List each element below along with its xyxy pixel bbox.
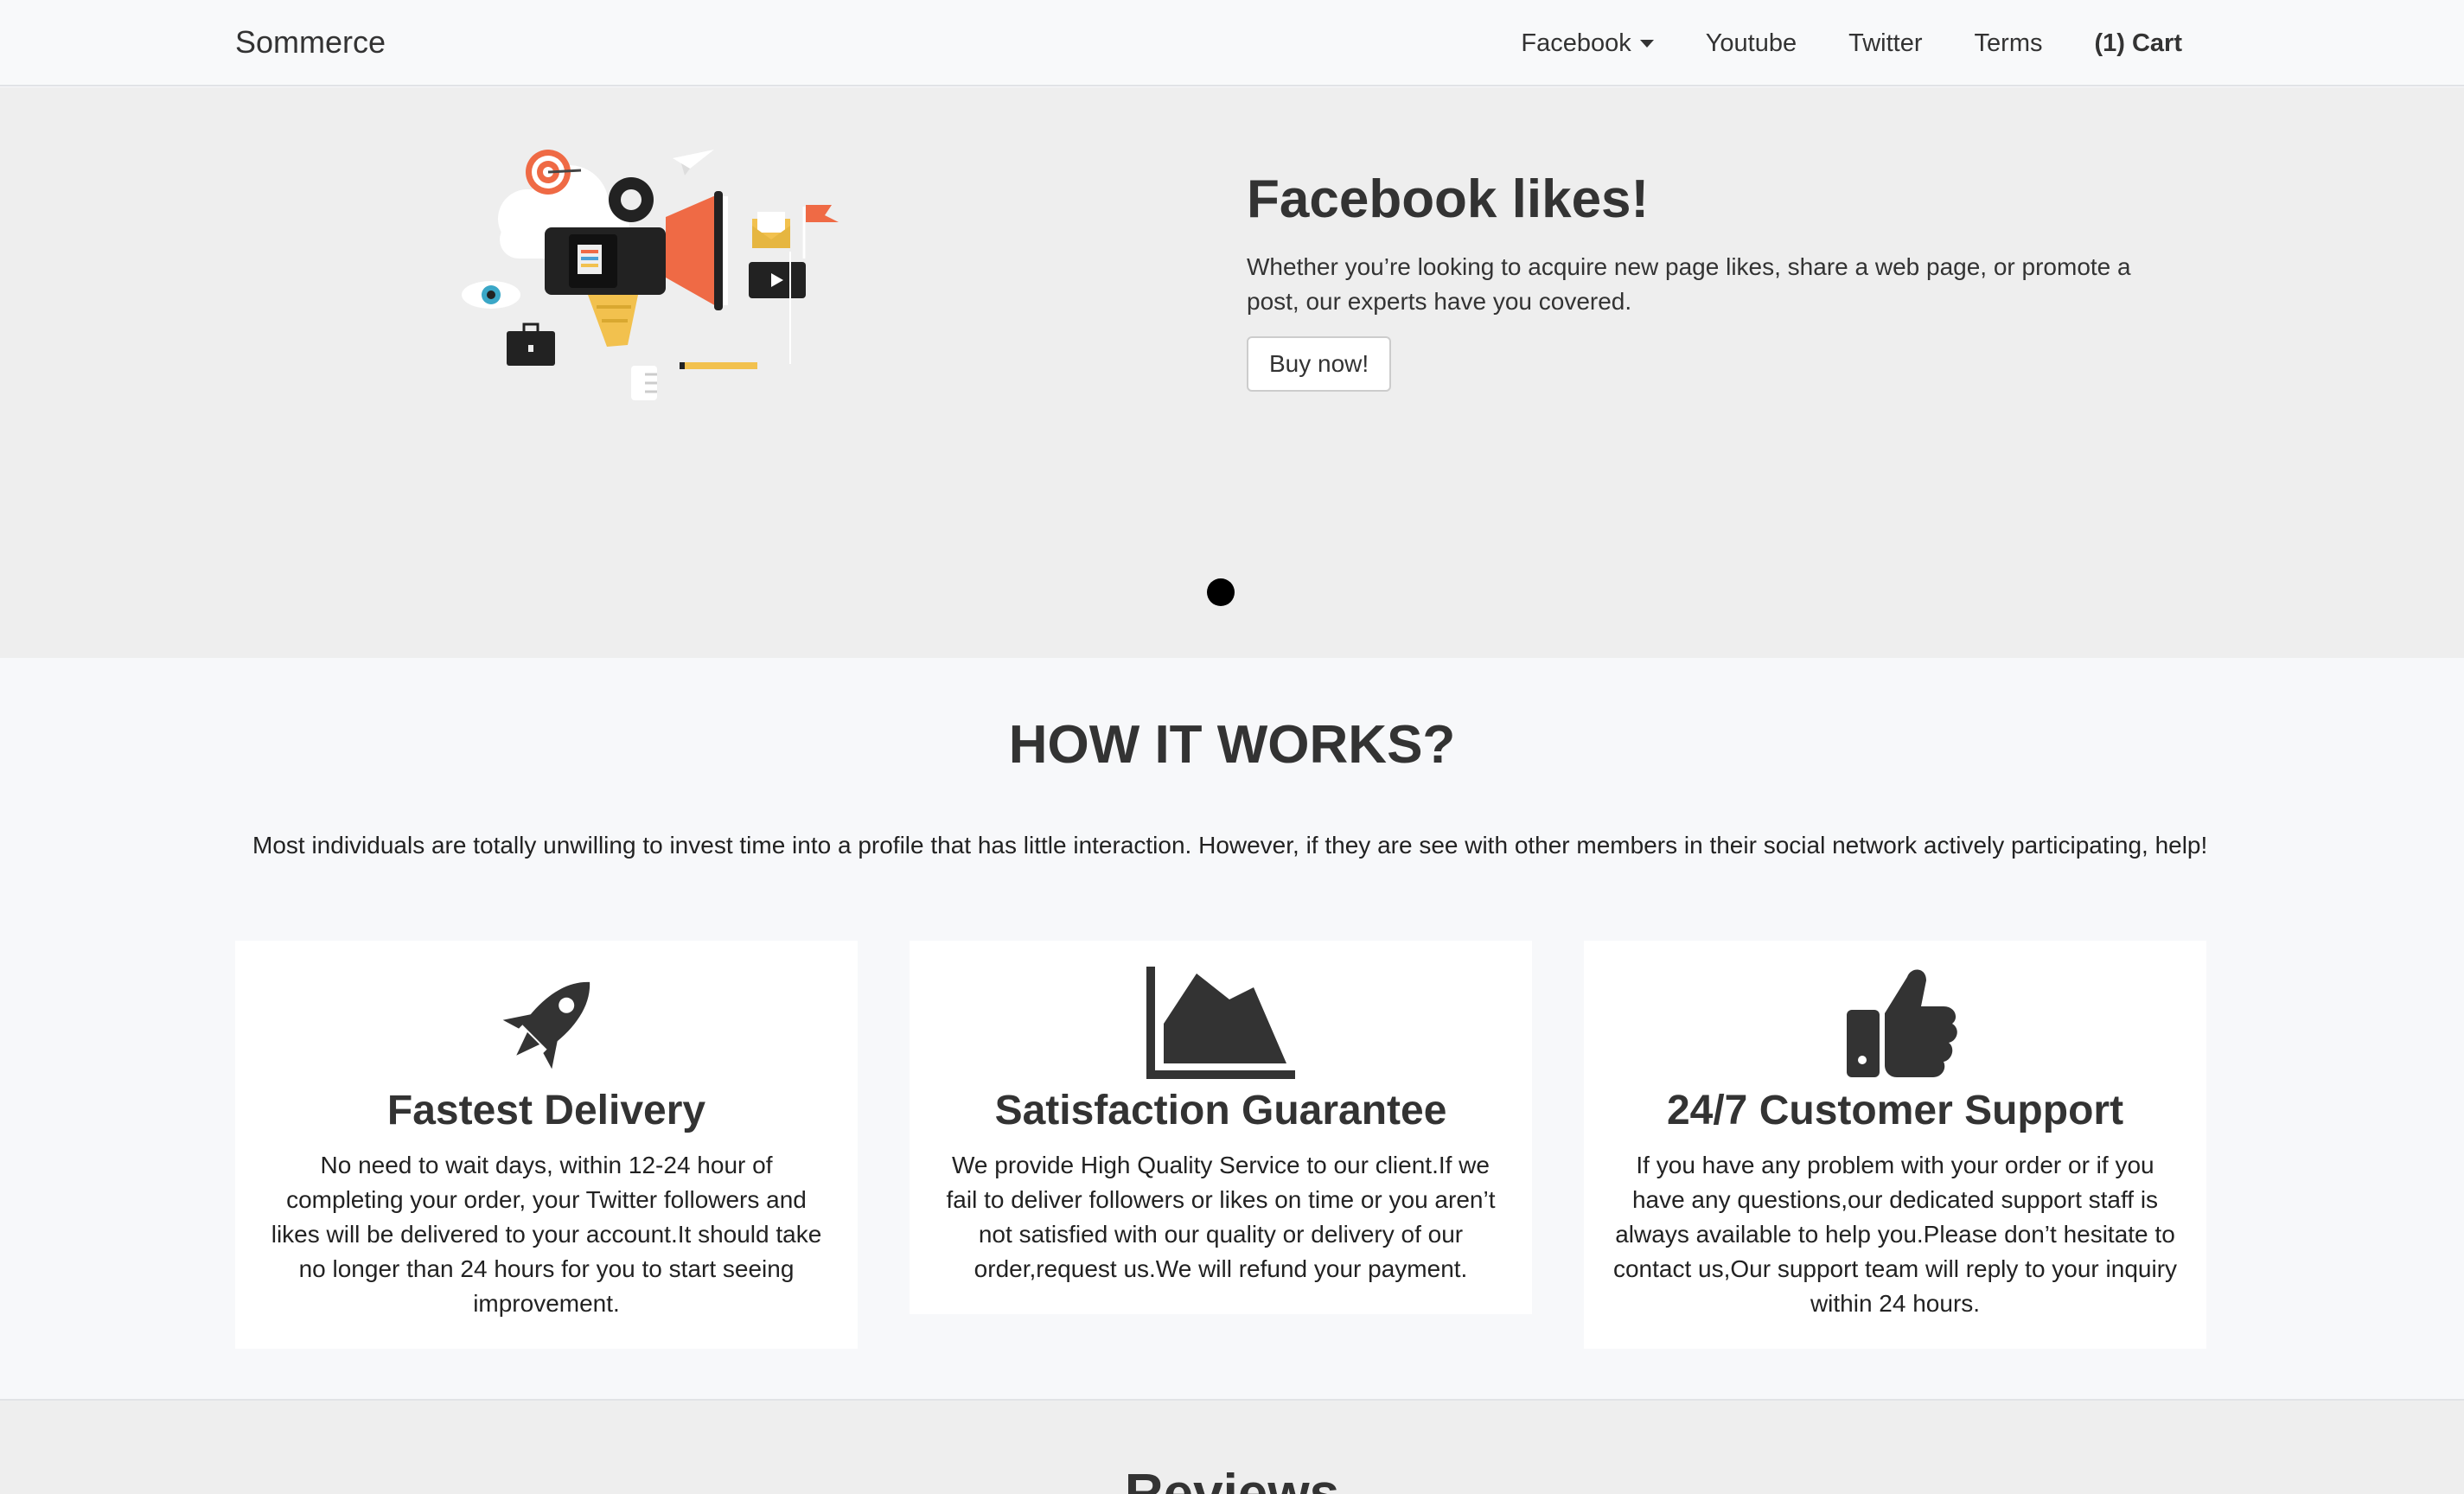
how-it-works-title: HOW IT WORKS? [1008,715,1456,775]
rocket-icon [502,981,590,1069]
buy-now-button[interactable]: Buy now! [1247,336,1392,393]
nav-item-cart[interactable]: (1) Cart [2094,29,2182,58]
how-it-works-intro: Most individuals are totally unwilling t… [252,832,2208,859]
hero-description: Whether you’re looking to acquire new pa… [1247,253,2131,316]
reviews-section: Reviews [0,1399,2464,1494]
feature-text: If you have any problem with your order … [1612,1151,2178,1317]
feature-card-fastest-delivery: Fastest Delivery No need to wait days, w… [235,941,858,1349]
nav-item-facebook[interactable]: Facebook [1521,29,1654,58]
main-nav: Facebook Youtube Twitter Terms (1) Cart [1469,0,2182,86]
feature-card-satisfaction-guarantee: Satisfaction Guarantee We provide High Q… [910,941,1532,1314]
feature-text: We provide High Quality Service to our c… [946,1151,1496,1282]
nav-item-facebook-label: Facebook [1521,29,1631,57]
thumbs-up-icon [1847,969,1957,1077]
feature-card-customer-support: 24/7 Customer Support If you have any pr… [1584,941,2206,1349]
hero-carousel: Facebook likes! Whether you’re looking t… [0,87,2464,658]
feature-title: 24/7 Customer Support [1666,1088,2124,1133]
nav-item-twitter[interactable]: Twitter [1848,29,1922,58]
area-chart-icon [1146,967,1295,1079]
nav-item-youtube[interactable]: Youtube [1706,29,1797,58]
gear-icon [609,177,654,222]
carousel-indicator-1[interactable] [1207,578,1235,606]
feature-text: No need to wait days, within 12-24 hour … [271,1151,822,1317]
nav-item-terms[interactable]: Terms [1975,29,2043,58]
hero-title: Facebook likes! [1247,169,1650,229]
top-navbar: Sommerce Facebook Youtube Twitter Terms … [0,0,2464,86]
megaphone-illustration [462,150,839,400]
reviews-title: Reviews [1124,1464,1340,1494]
hero-caption: Facebook likes! Whether you’re looking t… [1247,169,2154,393]
chevron-down-icon [1639,39,1654,48]
brand-logo-link[interactable]: Sommerce [235,24,386,61]
feature-title: Satisfaction Guarantee [994,1088,1447,1133]
feature-title: Fastest Delivery [386,1088,706,1133]
